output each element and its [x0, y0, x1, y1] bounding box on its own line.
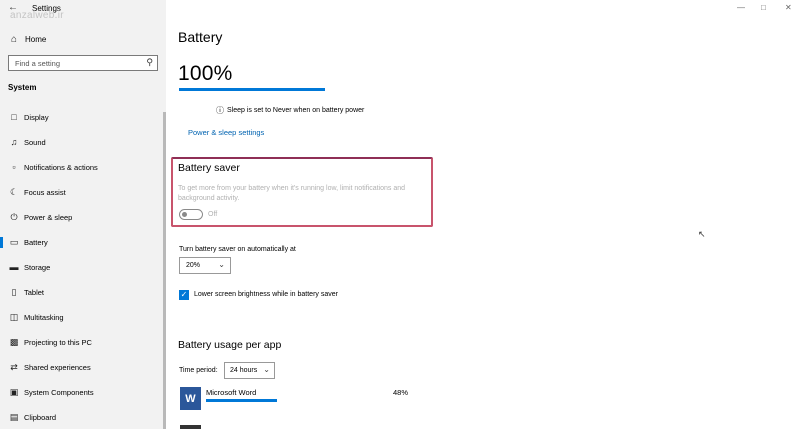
sidebar-item-label: Sound: [24, 138, 46, 147]
app-usage-percent: 48%: [393, 388, 409, 397]
sidebar-item-focus-assist[interactable]: ☾ Focus assist: [0, 180, 166, 205]
sidebar-item-battery[interactable]: ▭ Battery: [0, 230, 166, 255]
sidebar-item-label: Notifications & actions: [24, 163, 98, 172]
sidebar-item-system-components[interactable]: ▣ System Components: [0, 380, 166, 405]
sidebar-item-label: Focus assist: [24, 188, 66, 197]
notifications-icon: ▫: [12, 162, 16, 172]
sidebar-item-label: System Components: [24, 388, 94, 397]
auto-saver-threshold-value: 20%: [186, 262, 201, 269]
sidebar-item-projecting[interactable]: ▩ Projecting to this PC: [0, 330, 166, 355]
time-period-select[interactable]: 24 hours ⌄: [224, 362, 275, 379]
sidebar-item-label: Projecting to this PC: [24, 338, 92, 347]
time-period-label: Time period:: [179, 367, 218, 374]
sidebar-item-label: Clipboard: [24, 413, 57, 422]
sidebar-item-label: Power & sleep: [24, 213, 73, 222]
auto-saver-label: Turn battery saver on automatically at: [179, 246, 296, 253]
toggle-knob: [182, 212, 187, 217]
page-title: Battery: [178, 29, 223, 45]
sidebar-item-clipboard[interactable]: ▤ Clipboard: [0, 405, 166, 429]
sidebar-item-label: Shared experiences: [24, 363, 91, 372]
sidebar: ← Settings anzalweb.ir ⌂ Home Find a set…: [0, 0, 166, 429]
usage-title: Battery usage per app: [178, 339, 282, 351]
sidebar-item-label: Tablet: [24, 288, 45, 297]
word-app-icon: W: [180, 387, 201, 410]
sidebar-item-label: Multitasking: [24, 313, 64, 322]
search-placeholder: Find a setting: [15, 59, 61, 68]
sidebar-item-shared-experiences[interactable]: ⇄ Shared experiences: [0, 355, 166, 380]
sleep-notice: ⓘ Sleep is set to Never when on battery …: [216, 105, 364, 116]
time-period-value: 24 hours: [230, 367, 258, 374]
sound-icon: ♫: [10, 137, 18, 147]
chevron-down-icon: ⌄: [218, 260, 225, 269]
shared-experiences-icon: ⇄: [10, 362, 18, 372]
search-icon[interactable]: ⚲: [146, 57, 153, 68]
lower-brightness-label: Lower screen brightness while in battery…: [194, 291, 338, 298]
sidebar-item-tablet[interactable]: ▯ Tablet: [0, 280, 166, 305]
watermark: anzalweb.ir: [10, 10, 64, 21]
sidebar-item-storage[interactable]: ▬ Storage: [0, 255, 166, 280]
app-usage-bar: [206, 399, 277, 402]
power-icon: ⏻: [10, 212, 18, 222]
sidebar-item-sound[interactable]: ♫ Sound: [0, 130, 166, 155]
focus-assist-icon: ☾: [9, 187, 19, 197]
projecting-icon: ▩: [9, 337, 19, 347]
home-icon: ⌂: [10, 33, 18, 45]
battery-level-bar: [179, 88, 325, 91]
sidebar-item-label: Display: [24, 113, 49, 122]
sidebar-item-notifications[interactable]: ▫ Notifications & actions: [0, 155, 166, 180]
battery-percentage: 100%: [178, 62, 233, 85]
word-icon-letter: W: [185, 392, 196, 405]
tablet-icon: ▯: [11, 287, 17, 297]
main-content: Battery 100% ⓘ Sleep is set to Never whe…: [166, 0, 800, 429]
sidebar-item-label: Storage: [24, 263, 51, 272]
app-icon-partial: [180, 425, 201, 429]
battery-icon: ▭: [9, 237, 19, 247]
sidebar-item-power-sleep[interactable]: ⏻ Power & sleep: [0, 205, 166, 230]
mouse-cursor-icon: ↖: [698, 229, 706, 239]
search-box[interactable]: Find a setting ⚲: [8, 55, 158, 71]
sidebar-item-multitasking[interactable]: ◫ Multitasking: [0, 305, 166, 330]
sidebar-item-display[interactable]: □ Display: [0, 105, 166, 130]
auto-saver-threshold-select[interactable]: 20% ⌄: [179, 257, 231, 274]
nav-home-label: Home: [25, 34, 47, 44]
battery-saver-description: To get more from your battery when it's …: [178, 185, 405, 202]
chevron-down-icon: ⌄: [263, 365, 270, 374]
display-icon: □: [11, 112, 17, 122]
storage-icon: ▬: [9, 262, 19, 272]
battery-saver-title: Battery saver: [178, 162, 240, 174]
nav-list: □ Display ♫ Sound ▫ Notifications & acti…: [0, 105, 166, 429]
app-usage-name[interactable]: Microsoft Word: [206, 388, 256, 397]
lower-brightness-checkbox[interactable]: ✓: [179, 290, 189, 300]
info-icon: ⓘ: [216, 106, 224, 115]
clipboard-icon: ▤: [9, 412, 19, 422]
sidebar-item-label: Battery: [24, 238, 48, 247]
battery-saver-toggle[interactable]: [179, 209, 203, 220]
system-components-icon: ▣: [9, 387, 19, 397]
battery-saver-toggle-label: Off: [208, 211, 218, 218]
multitasking-icon: ◫: [9, 312, 19, 322]
power-sleep-settings-link[interactable]: Power & sleep settings: [188, 128, 264, 137]
section-heading: System: [8, 83, 37, 92]
nav-home[interactable]: ⌂ Home: [0, 29, 166, 49]
sleep-notice-text: Sleep is set to Never when on battery po…: [227, 107, 365, 114]
